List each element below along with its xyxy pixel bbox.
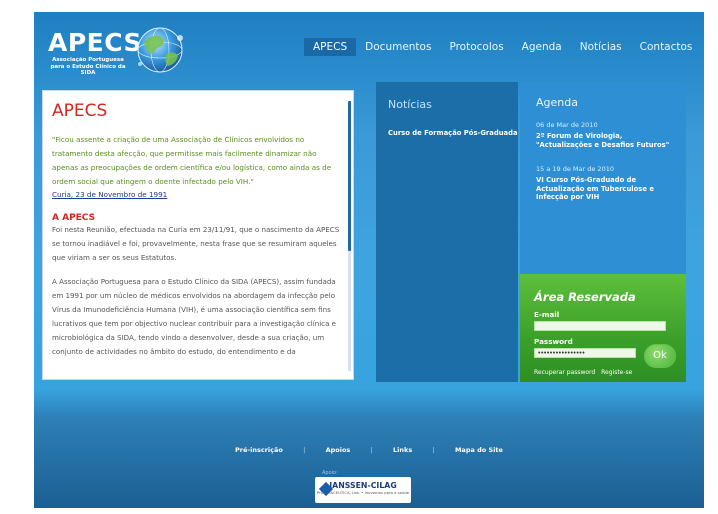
nav-apecs[interactable]: APECS: [304, 38, 357, 56]
footer-separator: |: [370, 446, 373, 454]
logo[interactable]: APECS Associação Portuguesa para o Estud…: [48, 30, 142, 77]
reserved-title: Área Reservada: [534, 290, 636, 304]
article-panel: APECS "Ficou assente a criação de uma As…: [42, 90, 354, 380]
support-label: Apoio:: [322, 470, 338, 476]
article-paragraph: A Associação Portuguesa para o Estudo Cl…: [52, 277, 337, 356]
nav-protocolos[interactable]: Protocolos: [440, 38, 512, 56]
footer-link-links[interactable]: Links: [393, 446, 412, 454]
article-content: APECS "Ficou assente a criação de uma As…: [52, 97, 342, 373]
sponsor-logo[interactable]: JANSSEN-CILAG PHARMACEUTICA, Lda. • inov…: [315, 477, 411, 503]
header: APECS Associação Portuguesa para o Estud…: [34, 12, 704, 82]
agenda-date: 06 de Mar de 2010: [536, 121, 598, 129]
reserved-links: Recuperar password Registe-se: [534, 369, 636, 376]
footer-link-apoios[interactable]: Apoios: [326, 446, 351, 454]
logo-subtitle: Associação Portuguesa para o Estudo Clín…: [50, 57, 126, 76]
agenda-date: 15 a 19 de Mar de 2010: [536, 165, 614, 173]
email-label: E-mail: [534, 310, 560, 319]
register-link[interactable]: Registe-se: [601, 369, 632, 376]
agenda-column: Agenda 06 de Mar de 2010 2º Forum de Vir…: [520, 82, 686, 282]
quote-source-link[interactable]: Curia, 23 de Novembro de 1991: [52, 190, 342, 199]
footer-link-mapa[interactable]: Mapa do Site: [455, 446, 503, 454]
article-title: APECS: [52, 101, 108, 121]
nav-noticias[interactable]: Notícias: [571, 38, 631, 56]
agenda-event[interactable]: 2º Forum de Virologia, "Actualizações e …: [536, 132, 678, 149]
nav-contactos[interactable]: Contactos: [631, 38, 702, 56]
agenda-title: Agenda: [536, 96, 578, 109]
recover-password-link[interactable]: Recuperar password: [534, 369, 595, 376]
scrollbar-thumb[interactable]: [348, 101, 351, 251]
globe-icon: [137, 27, 183, 73]
password-field[interactable]: [534, 348, 636, 358]
footer-separator: |: [432, 446, 435, 454]
article-subtitle: A APECS: [52, 213, 96, 223]
article-paragraph: Foi nesta Reunião, efectuada na Curia em…: [52, 225, 340, 262]
article-quote: "Ficou assente a criação de uma Associaç…: [52, 135, 332, 186]
footer-link-preinscricao[interactable]: Pré-inscrição: [235, 446, 283, 454]
logo-title: APECS: [48, 28, 143, 57]
ok-button[interactable]: Ok: [644, 344, 676, 368]
email-field[interactable]: [534, 321, 666, 331]
news-title: Notícias: [388, 98, 432, 111]
footer-links: Pré-inscrição | Apoios | Links | Mapa do…: [34, 446, 704, 454]
nav-documentos[interactable]: Documentos: [356, 38, 440, 56]
agenda-event[interactable]: VI Curso Pós-Graduado de Actualização em…: [536, 176, 678, 202]
nav-agenda[interactable]: Agenda: [513, 38, 571, 56]
news-item[interactable]: Curso de Formação Pós-Graduada: [388, 129, 518, 138]
footer-separator: |: [303, 446, 306, 454]
reserved-area: Área Reservada E-mail Password Ok Recupe…: [520, 274, 686, 382]
news-column: Notícias Curso de Formação Pós-Graduada: [376, 82, 518, 382]
main-nav: APECS Documentos Protocolos Agenda Notíc…: [304, 38, 701, 56]
site-frame: APECS Associação Portuguesa para o Estud…: [34, 12, 704, 508]
